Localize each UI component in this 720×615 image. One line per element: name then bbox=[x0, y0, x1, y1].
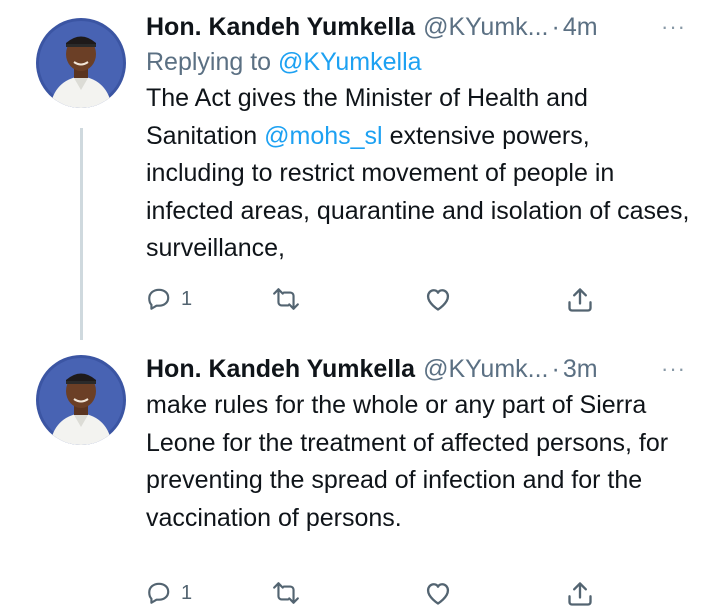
tweet[interactable]: Hon. Kandeh Yumkella @KYumk... · 3m ··· … bbox=[0, 340, 720, 615]
thread-line bbox=[80, 128, 83, 340]
tweet-header: Hon. Kandeh Yumkella @KYumk... · 4m bbox=[146, 10, 690, 44]
tweet-actions: 1 bbox=[146, 286, 616, 316]
retweet-icon bbox=[272, 580, 300, 606]
more-options-icon[interactable]: ··· bbox=[661, 14, 686, 40]
timestamp[interactable]: 4m bbox=[563, 10, 598, 44]
reply-count: 1 bbox=[181, 287, 193, 310]
author-handle[interactable]: @KYumk... bbox=[423, 352, 548, 386]
share-button[interactable] bbox=[566, 580, 594, 608]
retweet-button[interactable] bbox=[272, 286, 300, 312]
timestamp[interactable]: 3m bbox=[563, 352, 598, 386]
retweet-icon bbox=[272, 286, 300, 312]
reply-icon bbox=[146, 580, 172, 606]
like-button[interactable] bbox=[424, 580, 452, 606]
replying-to: Replying to @KYumkella bbox=[146, 45, 690, 79]
author-name[interactable]: Hon. Kandeh Yumkella bbox=[146, 352, 415, 386]
separator: · bbox=[551, 13, 560, 41]
reply-icon bbox=[146, 286, 172, 312]
heart-icon bbox=[424, 286, 452, 312]
mention-link[interactable]: @mohs_sl bbox=[264, 122, 382, 150]
author-name[interactable]: Hon. Kandeh Yumkella bbox=[146, 10, 415, 44]
avatar[interactable] bbox=[36, 18, 126, 108]
tweet[interactable]: Hon. Kandeh Yumkella @KYumk... · 4m ··· … bbox=[0, 0, 720, 340]
retweet-button[interactable] bbox=[272, 580, 300, 606]
tweet-actions: 1 bbox=[146, 580, 616, 610]
reply-button[interactable]: 1 bbox=[146, 580, 192, 606]
like-button[interactable] bbox=[424, 286, 452, 312]
author-handle[interactable]: @KYumk... bbox=[423, 10, 548, 44]
tweet-text: The Act gives the Minister of Health and… bbox=[146, 80, 690, 268]
replying-to-label: Replying to bbox=[146, 48, 279, 76]
reply-button[interactable]: 1 bbox=[146, 286, 192, 312]
tweet-text: make rules for the whole or any part of … bbox=[146, 391, 669, 532]
share-icon bbox=[566, 580, 594, 608]
share-button[interactable] bbox=[566, 286, 594, 314]
avatar[interactable] bbox=[36, 355, 126, 445]
heart-icon bbox=[424, 580, 452, 606]
more-options-icon[interactable]: ··· bbox=[661, 356, 686, 382]
reply-count: 1 bbox=[181, 581, 193, 604]
tweet-header: Hon. Kandeh Yumkella @KYumk... · 3m bbox=[146, 352, 690, 386]
replying-to-handle[interactable]: @KYumkella bbox=[278, 48, 422, 76]
share-icon bbox=[566, 286, 594, 314]
separator: · bbox=[551, 355, 560, 383]
